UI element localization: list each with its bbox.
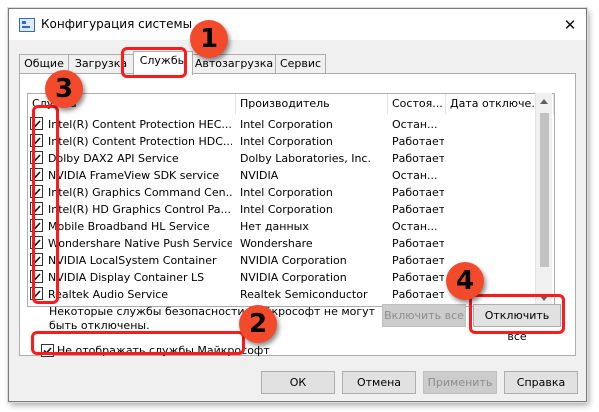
service-manufacturer: Dolby Laboratories, Inc. [240,152,371,165]
apply-button[interactable]: Применить [423,371,497,394]
column-header-manufacturer[interactable]: Производитель [236,94,388,114]
checkbox-column-highlight [32,105,59,304]
service-name: Intel(R) HD Graphics Control Pa... [48,203,232,216]
service-status: Остан... [392,169,438,182]
service-name: Wondershare Native Push Service [48,237,232,250]
service-manufacturer: Intel Corporation [240,118,333,131]
service-name: NVIDIA FrameView SDK service [48,169,220,182]
microsoft-services-notice: Некоторые службы безопасности Майкрософт… [49,305,376,332]
service-status: Работает [392,186,444,199]
service-name: Dolby DAX2 API Service [48,152,179,165]
table-row[interactable]: Wondershare Native Push Service Wondersha… [28,235,536,252]
service-name: NVIDIA LocalSystem Container [48,254,217,267]
service-status: Работает [392,271,444,284]
table-row[interactable]: Dolby DAX2 API Service Dolby Laboratories… [28,150,536,167]
dialog-button-bar: ОК Отмена Применить Справка [9,363,586,401]
service-manufacturer: Intel Corporation [240,135,333,148]
table-row[interactable]: Intel(R) Content Protection HDC... Intel … [28,133,536,150]
table-row[interactable]: Intel(R) Graphics Command Cen... Intel Co… [28,184,536,201]
service-manufacturer: Wondershare [240,237,313,250]
step-marker-3: 3 [45,70,83,108]
service-name: NVIDIA Display Container LS [48,271,205,284]
service-manufacturer: Нет данных [240,220,309,233]
service-manufacturer: NVIDIA [240,169,279,182]
step-marker-4: 4 [446,262,484,300]
help-button[interactable]: Справка [504,371,578,394]
service-status: Остан... [392,118,438,131]
service-status: Остан... [392,220,438,233]
service-manufacturer: Intel Corporation [240,203,333,216]
table-row[interactable]: Intel(R) HD Graphics Control Pa... Intel … [28,201,536,218]
services-tab-highlight [121,47,187,78]
ok-button[interactable]: ОК [261,371,335,394]
table-row[interactable]: Intel(R) Content Protection HEC... Intel … [28,116,536,133]
service-status: Работает [392,135,444,148]
scrollbar-thumb[interactable] [540,113,549,267]
table-row[interactable]: NVIDIA FrameView SDK service NVIDIA Остан.… [28,167,536,184]
service-manufacturer: NVIDIA Corporation [240,254,347,267]
msconfig-app-icon [19,18,35,32]
service-name: Intel(R) Content Protection HDC... [48,135,232,148]
tab-tools[interactable]: Сервис [275,54,326,73]
step-marker-1: 1 [190,20,228,58]
enable-all-button[interactable]: Включить все [382,304,466,327]
service-manufacturer: Intel Corporation [240,186,333,199]
vertical-scrollbar[interactable] [535,93,552,307]
service-status: Работает [392,203,444,216]
service-name: Realtek Audio Service [48,288,169,301]
step-marker-2: 2 [239,305,277,343]
column-header-status[interactable]: Состоя... [388,94,446,114]
service-name: Mobile Broadband HL Service [48,220,210,233]
hide-microsoft-checkbox-highlight [31,331,245,355]
disable-all-highlight [469,294,565,334]
service-name: Intel(R) Content Protection HEC... [48,118,232,131]
service-status: Работает [392,237,444,250]
service-name: Intel(R) Graphics Command Cen... [48,186,232,199]
scroll-up-arrow-icon[interactable] [540,99,548,104]
service-manufacturer: NVIDIA Corporation [240,271,347,284]
cancel-button[interactable]: Отмена [342,371,416,394]
service-status: Работает [392,152,444,165]
window-title: Конфигурация системы [41,17,193,31]
close-button[interactable]: ✕ [560,15,580,35]
service-manufacturer: Realtek Semiconductor [240,288,368,301]
title-bar: Конфигурация системы ✕ [9,9,586,40]
service-status: Работает [392,288,444,301]
table-row[interactable]: Mobile Broadband HL Service Нет данных Ост… [28,218,536,235]
service-status: Работает [392,254,444,267]
